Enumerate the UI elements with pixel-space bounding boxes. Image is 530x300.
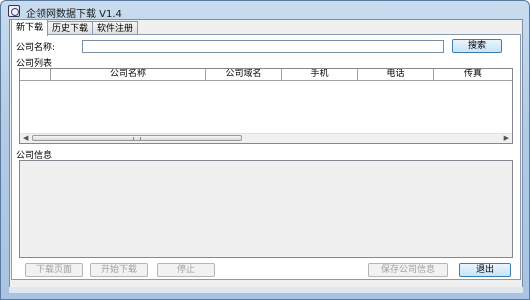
column-header-company-domain[interactable]: 公司域名 bbox=[206, 69, 282, 80]
table-header: 公司名称 公司域名 手机 电话 传真 bbox=[20, 69, 512, 81]
start-download-button[interactable]: 开始下载 bbox=[90, 263, 148, 277]
tab-new-download[interactable]: 新下载 bbox=[11, 19, 49, 36]
exit-button[interactable]: 退出 bbox=[459, 263, 511, 277]
search-button[interactable]: 搜索 bbox=[452, 39, 502, 53]
row-header-cell bbox=[20, 69, 51, 80]
scrollbar-thumb[interactable] bbox=[32, 135, 242, 141]
window-title: 企领网数据下载 V1.4 bbox=[26, 9, 122, 20]
scroll-left-arrow-icon[interactable]: ◀ bbox=[23, 135, 28, 142]
app-icon bbox=[8, 5, 20, 17]
app-window: 企领网数据下载 V1.4 新下载 历史下载 软件注册 公司名称: 搜索 公司列表… bbox=[0, 0, 530, 300]
company-list-table[interactable]: 公司名称 公司域名 手机 电话 传真 ◀ ▶ bbox=[19, 68, 513, 144]
tab-panel-new-download: 公司名称: 搜索 公司列表 公司名称 公司域名 手机 电话 传真 ◀ ▶ 公司信… bbox=[11, 34, 521, 280]
column-header-mobile[interactable]: 手机 bbox=[282, 69, 358, 80]
horizontal-scrollbar[interactable]: ◀ ▶ bbox=[20, 133, 512, 143]
company-name-input[interactable] bbox=[82, 40, 444, 53]
grip-icon bbox=[133, 137, 141, 140]
scroll-right-arrow-icon[interactable]: ▶ bbox=[504, 135, 509, 142]
tab-strip: 新下载 历史下载 软件注册 bbox=[11, 19, 139, 36]
status-bar bbox=[9, 287, 523, 293]
column-header-company-name[interactable]: 公司名称 bbox=[51, 69, 206, 80]
save-company-info-button[interactable]: 保存公司信息 bbox=[368, 263, 448, 277]
column-header-phone[interactable]: 电话 bbox=[358, 69, 434, 80]
stop-button[interactable]: 停止 bbox=[157, 263, 215, 277]
download-page-button[interactable]: 下载页面 bbox=[25, 263, 83, 277]
company-info-textarea[interactable] bbox=[19, 160, 513, 258]
column-header-fax[interactable]: 传真 bbox=[434, 69, 512, 80]
company-name-label: 公司名称: bbox=[16, 43, 56, 53]
